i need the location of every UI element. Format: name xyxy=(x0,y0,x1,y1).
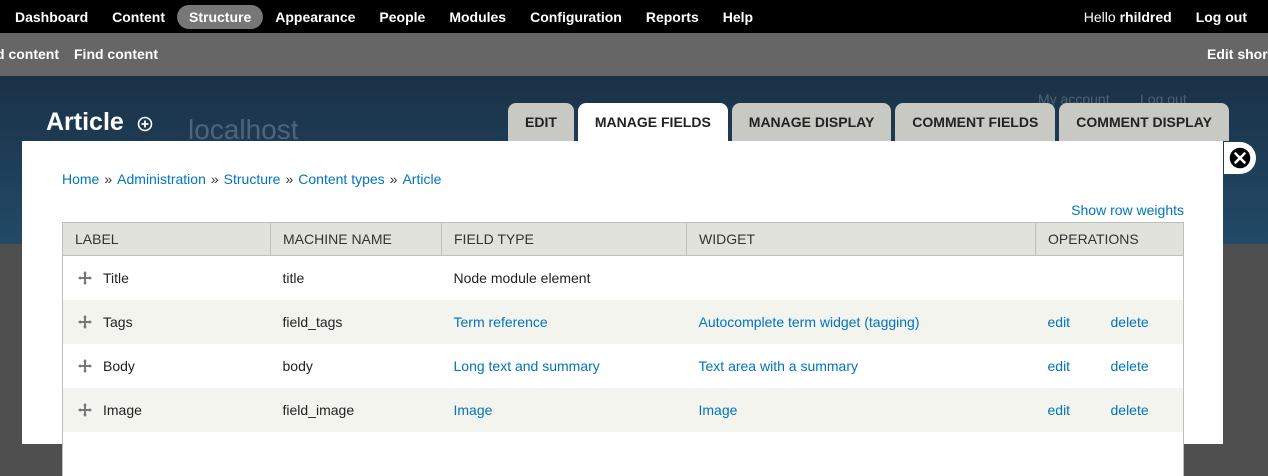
delete-link[interactable]: delete xyxy=(1111,314,1149,330)
user-menu: Hello rhildred Log out xyxy=(1084,0,1268,33)
field-machine-name: title xyxy=(270,255,442,300)
field-type-link[interactable]: Term reference xyxy=(454,314,548,330)
menu-people[interactable]: People xyxy=(367,5,437,29)
field-type-link[interactable]: Image xyxy=(454,402,493,418)
edit-link[interactable]: edit xyxy=(1048,402,1111,418)
tab-comment-display[interactable]: COMMENT DISPLAY xyxy=(1059,103,1229,141)
cell-field-type: Long text and summary xyxy=(441,343,687,388)
greeting-prefix: Hello xyxy=(1083,8,1120,25)
table-row: Tags field_tags Term reference Autocompl… xyxy=(62,299,1184,344)
tab-comment-fields[interactable]: COMMENT FIELDS xyxy=(895,103,1056,141)
table-row: Body body Long text and summary Text are… xyxy=(62,343,1184,388)
field-operations xyxy=(1035,255,1184,300)
table-row: Title title Node module element xyxy=(62,255,1184,300)
cell-widget: Image xyxy=(686,387,1036,432)
user-greeting[interactable]: Hello rhildred xyxy=(1084,9,1172,25)
breadcrumb-separator: » xyxy=(285,171,294,187)
drag-handle-icon[interactable] xyxy=(77,358,93,374)
column-header-machine-name: MACHINE NAME xyxy=(270,222,442,256)
tab-manage-fields[interactable]: MANAGE FIELDS xyxy=(577,103,728,141)
edit-link[interactable]: edit xyxy=(1048,314,1111,330)
close-icon xyxy=(1228,146,1252,170)
breadcrumb: Home» Administration» Structure» Content ty… xyxy=(62,171,441,187)
drag-handle-icon[interactable] xyxy=(77,314,93,330)
close-overlay-button[interactable] xyxy=(1224,142,1256,174)
menu-dashboard[interactable]: Dashboard xyxy=(0,5,100,29)
widget-link[interactable]: Autocomplete term widget (tagging) xyxy=(699,314,920,330)
delete-link[interactable]: delete xyxy=(1111,402,1149,418)
drag-handle-icon[interactable] xyxy=(77,270,93,286)
menu-configuration[interactable]: Configuration xyxy=(518,5,634,29)
column-header-widget: WIDGET xyxy=(686,222,1036,256)
cell-empty xyxy=(1035,431,1184,476)
cell-field-type: Term reference xyxy=(441,299,687,344)
field-operations: edit delete xyxy=(1035,343,1184,388)
field-label: Title xyxy=(103,269,129,286)
cell-label: Tags xyxy=(62,299,271,344)
field-label: Image xyxy=(103,401,142,418)
tab-manage-display[interactable]: MANAGE DISPLAY xyxy=(731,103,892,141)
shortcut-add-content[interactable]: d content xyxy=(0,46,59,62)
cell-field-type: Image xyxy=(441,387,687,432)
admin-toolbar: Dashboard Content Structure Appearance P… xyxy=(0,0,1268,33)
table-row: Image field_image Image Image edit delete xyxy=(62,387,1184,432)
cell-label xyxy=(62,431,271,476)
edit-shortcuts-link[interactable]: Edit short xyxy=(1207,46,1268,62)
delete-link[interactable]: delete xyxy=(1111,358,1149,374)
drag-handle-icon[interactable] xyxy=(77,402,93,418)
breadcrumb-article[interactable]: Article xyxy=(402,171,441,187)
field-label: Body xyxy=(103,357,135,374)
tab-edit[interactable]: EDIT xyxy=(508,103,574,141)
show-row-weights-link[interactable]: Show row weights xyxy=(1071,202,1184,218)
username: rhildred xyxy=(1119,8,1172,25)
menu-appearance[interactable]: Appearance xyxy=(263,5,367,29)
shortcuts-bar: d content Find content Edit short xyxy=(0,33,1268,76)
field-machine-name: field_tags xyxy=(270,299,442,344)
cell-label: Body xyxy=(62,343,271,388)
logout-link[interactable]: Log out xyxy=(1196,9,1247,25)
menu-modules[interactable]: Modules xyxy=(437,5,518,29)
cell-empty xyxy=(686,431,1036,476)
admin-menu: Dashboard Content Structure Appearance P… xyxy=(0,0,765,33)
field-label: Tags xyxy=(103,313,133,330)
cell-label: Image xyxy=(62,387,271,432)
field-widget xyxy=(686,255,1036,300)
field-type: Node module element xyxy=(441,255,687,300)
cell-label: Title xyxy=(62,255,271,300)
cell-widget: Text area with a summary xyxy=(686,343,1036,388)
primary-tabs: EDIT MANAGE FIELDS MANAGE DISPLAY COMMEN… xyxy=(508,103,1233,141)
edit-link[interactable]: edit xyxy=(1048,358,1111,374)
widget-link[interactable]: Image xyxy=(699,402,738,418)
field-type-link[interactable]: Long text and summary xyxy=(454,358,600,374)
breadcrumb-content-types[interactable]: Content types xyxy=(298,171,384,187)
cell-empty xyxy=(441,431,687,476)
fields-table: LABEL MACHINE NAME FIELD TYPE WIDGET OPE… xyxy=(62,222,1184,476)
column-header-field-type: FIELD TYPE xyxy=(441,222,687,256)
cell-widget: Autocomplete term widget (tagging) xyxy=(686,299,1036,344)
breadcrumb-separator: » xyxy=(210,171,219,187)
field-operations: edit delete xyxy=(1035,387,1184,432)
shortcut-find-content[interactable]: Find content xyxy=(74,46,158,62)
cell-empty xyxy=(270,431,442,476)
menu-structure[interactable]: Structure xyxy=(177,4,264,29)
column-header-operations: OPERATIONS xyxy=(1035,222,1184,256)
table-row xyxy=(62,431,1184,476)
breadcrumb-separator: » xyxy=(104,171,113,187)
breadcrumb-administration[interactable]: Administration xyxy=(117,171,206,187)
field-machine-name: field_image xyxy=(270,387,442,432)
breadcrumb-structure[interactable]: Structure xyxy=(224,171,281,187)
breadcrumb-home[interactable]: Home xyxy=(62,171,99,187)
table-header-row: LABEL MACHINE NAME FIELD TYPE WIDGET OPE… xyxy=(62,222,1184,256)
column-header-label: LABEL xyxy=(62,222,271,256)
menu-content[interactable]: Content xyxy=(100,5,177,29)
menu-reports[interactable]: Reports xyxy=(634,5,711,29)
field-operations: edit delete xyxy=(1035,299,1184,344)
field-machine-name: body xyxy=(270,343,442,388)
widget-link[interactable]: Text area with a summary xyxy=(699,358,859,374)
breadcrumb-separator: » xyxy=(389,171,398,187)
menu-help[interactable]: Help xyxy=(711,5,765,29)
page-title: Article xyxy=(46,108,124,136)
plus-circle-icon[interactable] xyxy=(137,116,153,132)
